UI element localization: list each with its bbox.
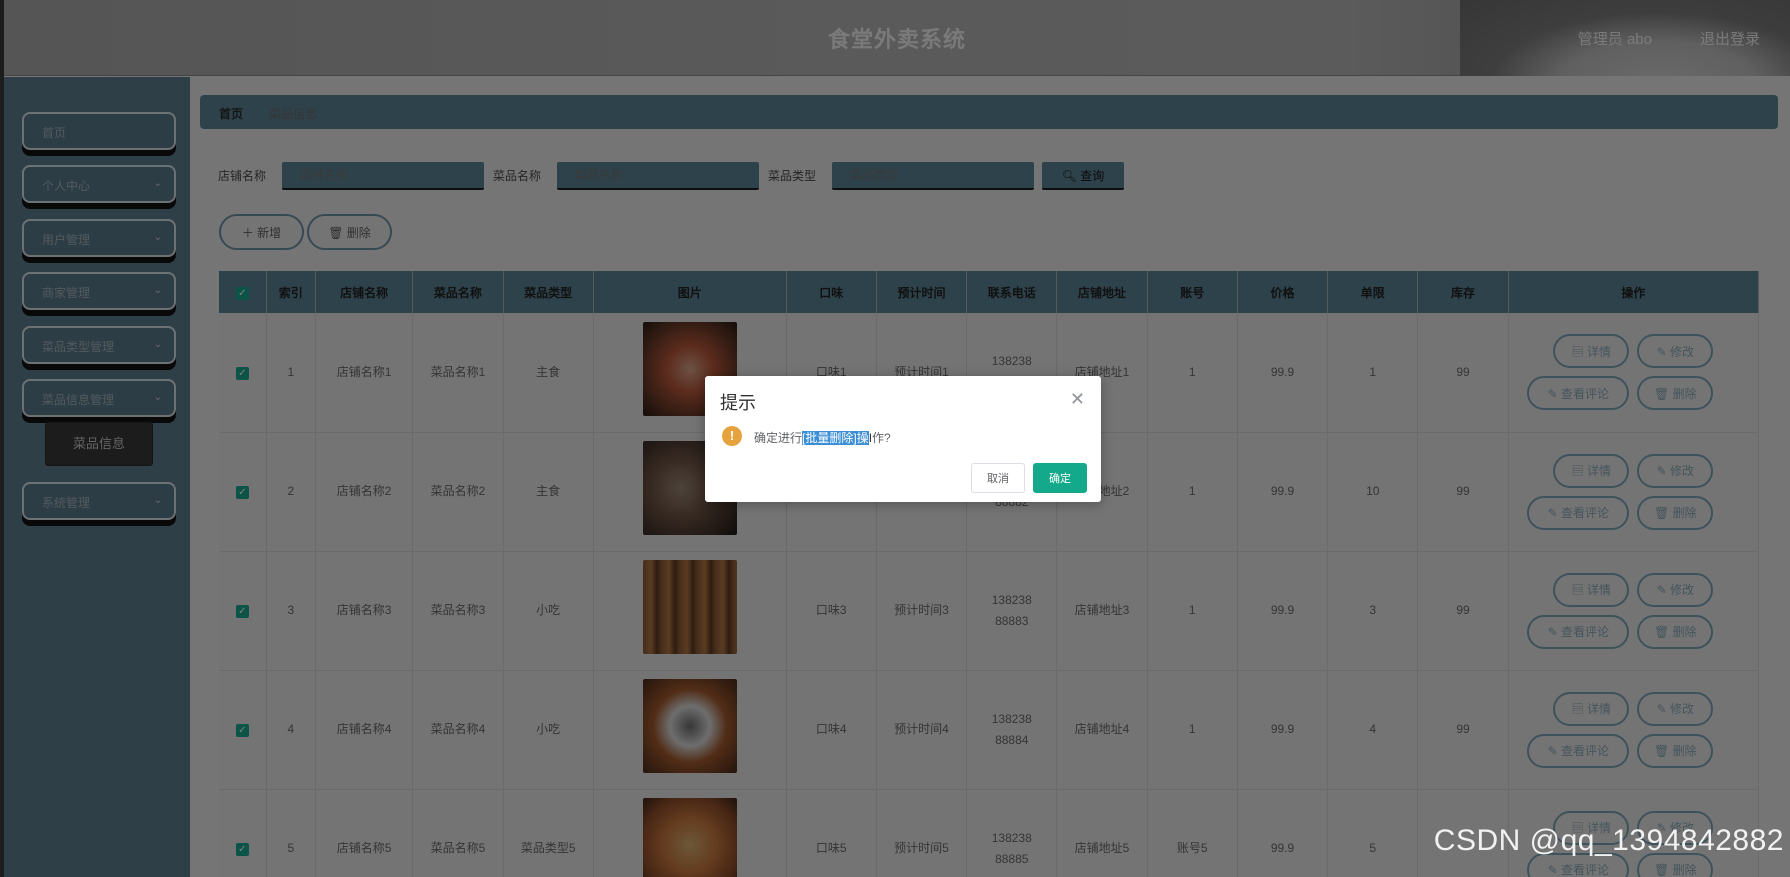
cancel-button[interactable]: 取消 — [971, 463, 1025, 493]
close-icon[interactable]: ✕ — [1070, 389, 1085, 410]
warning-icon: ! — [722, 426, 742, 446]
dialog-message: 确定进行[批量删除]操I作? — [754, 429, 891, 446]
dialog-message-prefix: 确定进行 — [754, 431, 803, 445]
confirm-dialog: 提示 ✕ ! 确定进行[批量删除]操I作? 取消 确定 — [705, 376, 1101, 502]
confirm-button[interactable]: 确定 — [1033, 463, 1087, 493]
dialog-message-highlight: [批量删除]操 — [802, 431, 869, 445]
dialog-title: 提示 — [720, 393, 756, 413]
dialog-message-suffix: 作? — [872, 431, 891, 445]
watermark: CSDN @qq_1394842882 — [1433, 824, 1784, 857]
